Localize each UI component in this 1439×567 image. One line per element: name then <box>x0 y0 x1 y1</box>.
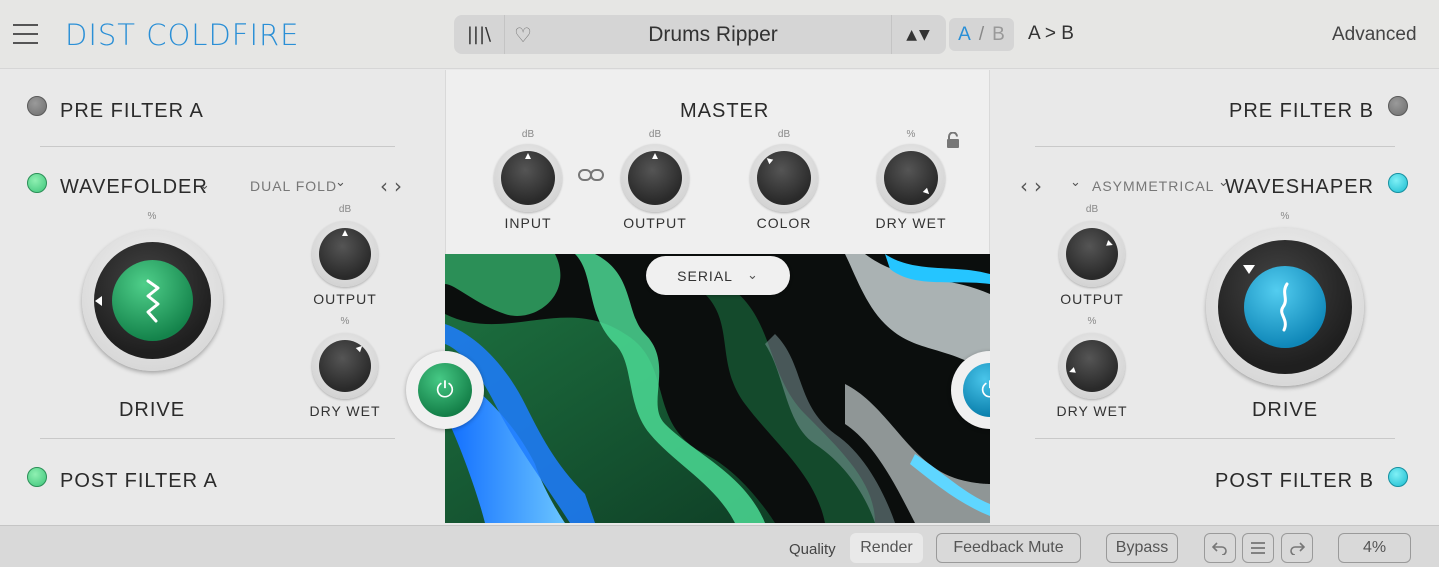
drive-pointer <box>95 296 102 306</box>
drive-label: DRIVE <box>118 399 186 421</box>
ab-b-button[interactable]: B <box>992 24 1005 46</box>
left-panel: PRE FILTER A WAVEFOLDER ⌄ DUAL FOLD ⌄ ‹›… <box>0 70 445 525</box>
pre-filter-a-led[interactable] <box>27 96 47 116</box>
cpu-meter: 4% <box>1338 533 1411 563</box>
output-knob[interactable] <box>1059 221 1125 287</box>
color-label: COLOR <box>756 215 812 231</box>
heart-icon[interactable]: ♡ <box>514 23 532 47</box>
color-unit: dB <box>777 129 791 140</box>
output-knob[interactable] <box>312 221 378 287</box>
wavefolder-mode[interactable]: DUAL FOLD <box>250 178 337 194</box>
preset-nav-arrows-icon[interactable]: ▲▼ <box>891 15 946 54</box>
power-icon: ⏻ <box>418 363 472 417</box>
waveshaper-mode[interactable]: ASYMMETRICAL <box>1092 178 1214 194</box>
drywet-label: DRY WET <box>1056 403 1128 419</box>
hamburger-menu-icon[interactable] <box>13 24 38 44</box>
drywet-label: DRY WET <box>309 403 381 419</box>
status-bar: Quality Render Feedback Mute Bypass 4% <box>0 525 1439 567</box>
divider <box>40 438 395 439</box>
output-unit: dB <box>648 129 662 140</box>
right-panel: PRE FILTER B ‹› ⌄ ASYMMETRICAL ⌄ WAVESHA… <box>990 70 1439 525</box>
top-bar: DIST COLDFIRE |||\ ♡ Drums Ripper ▲▼ A /… <box>0 0 1439 69</box>
waveshaper-led[interactable] <box>1388 173 1408 193</box>
preset-name[interactable]: Drums Ripper <box>574 15 852 54</box>
power-a-button[interactable]: ⏻ <box>406 351 484 429</box>
post-filter-b-led[interactable] <box>1388 467 1408 487</box>
mode-prev-next-icon[interactable]: ‹› <box>380 174 408 198</box>
post-filter-a-label[interactable]: POST FILTER A <box>60 470 218 493</box>
output-unit: dB <box>338 204 352 215</box>
output-label: OUTPUT <box>313 291 377 307</box>
feedback-mute-button[interactable]: Feedback Mute <box>936 533 1081 563</box>
master-drywet-knob[interactable] <box>877 144 945 212</box>
link-icon[interactable] <box>578 168 604 187</box>
history-menu-icon[interactable] <box>1242 533 1274 563</box>
chevron-down-icon[interactable]: ⌄ <box>1070 175 1081 190</box>
drive-knob[interactable] <box>1206 228 1364 386</box>
master-output-label: OUTPUT <box>623 215 687 231</box>
chevron-down-icon: ⌄ <box>746 268 759 283</box>
pre-filter-b-label[interactable]: PRE FILTER B <box>1229 100 1374 123</box>
output-label: OUTPUT <box>1060 291 1124 307</box>
drywet-unit: % <box>1087 316 1097 327</box>
chevron-down-icon[interactable]: ⌄ <box>335 175 346 190</box>
master-panel: MASTER dB INPUT dB OUTPUT dB COLOR % DRY… <box>445 70 990 254</box>
drive-label: DRIVE <box>1251 399 1319 421</box>
wavefolder-led[interactable] <box>27 173 47 193</box>
drive-unit: % <box>1280 211 1290 222</box>
waveshaper-label[interactable]: WAVESHAPER <box>1225 176 1374 199</box>
drive-knob[interactable] <box>82 230 223 371</box>
routing-label: SERIAL <box>677 267 733 284</box>
drywet-unit: % <box>906 129 916 140</box>
ab-copy-button[interactable]: A > B <box>1028 23 1074 45</box>
redo-icon[interactable] <box>1281 533 1313 563</box>
post-filter-b-label[interactable]: POST FILTER B <box>1215 470 1374 493</box>
quality-render-button[interactable]: Render <box>850 533 923 563</box>
color-knob[interactable] <box>750 144 818 212</box>
pre-filter-a-label[interactable]: PRE FILTER A <box>60 100 204 123</box>
library-icon[interactable]: |||\ <box>454 15 505 54</box>
divider <box>40 146 395 147</box>
waveform-icon <box>112 260 193 341</box>
wavefolder-label[interactable]: WAVEFOLDER <box>60 176 208 199</box>
drive-pointer <box>1243 265 1255 274</box>
quality-label: Quality <box>789 541 836 558</box>
input-knob[interactable] <box>494 144 562 212</box>
post-filter-a-led[interactable] <box>27 467 47 487</box>
master-title: MASTER <box>680 100 770 122</box>
waveform-icon <box>1244 266 1326 348</box>
routing-dropdown[interactable]: SERIAL ⌄ <box>646 256 790 295</box>
ab-separator: / <box>978 23 985 45</box>
ab-a-button[interactable]: A <box>958 24 971 46</box>
chevron-down-icon[interactable]: ⌄ <box>199 178 210 193</box>
bypass-button[interactable]: Bypass <box>1106 533 1178 563</box>
ab-toggle[interactable]: A / B <box>949 18 1014 51</box>
drywet-knob[interactable] <box>1059 333 1125 399</box>
drywet-unit: % <box>340 316 350 327</box>
master-drywet-label: DRY WET <box>875 215 947 231</box>
output-unit: dB <box>1085 204 1099 215</box>
master-output-knob[interactable] <box>621 144 689 212</box>
input-label: INPUT <box>504 215 552 231</box>
input-unit: dB <box>521 129 535 140</box>
mode-prev-next-icon[interactable]: ‹› <box>1020 174 1048 198</box>
pre-filter-b-led[interactable] <box>1388 96 1408 116</box>
divider <box>1035 146 1395 147</box>
advanced-button[interactable]: Advanced <box>1332 24 1417 46</box>
divider <box>1035 438 1395 439</box>
undo-icon[interactable] <box>1204 533 1236 563</box>
lock-icon[interactable] <box>946 131 960 149</box>
drywet-knob[interactable] <box>312 333 378 399</box>
preset-browser-bar: |||\ ♡ Drums Ripper ▲▼ <box>454 15 946 54</box>
drive-unit: % <box>147 211 157 222</box>
app-title: DIST COLDFIRE <box>65 18 300 52</box>
